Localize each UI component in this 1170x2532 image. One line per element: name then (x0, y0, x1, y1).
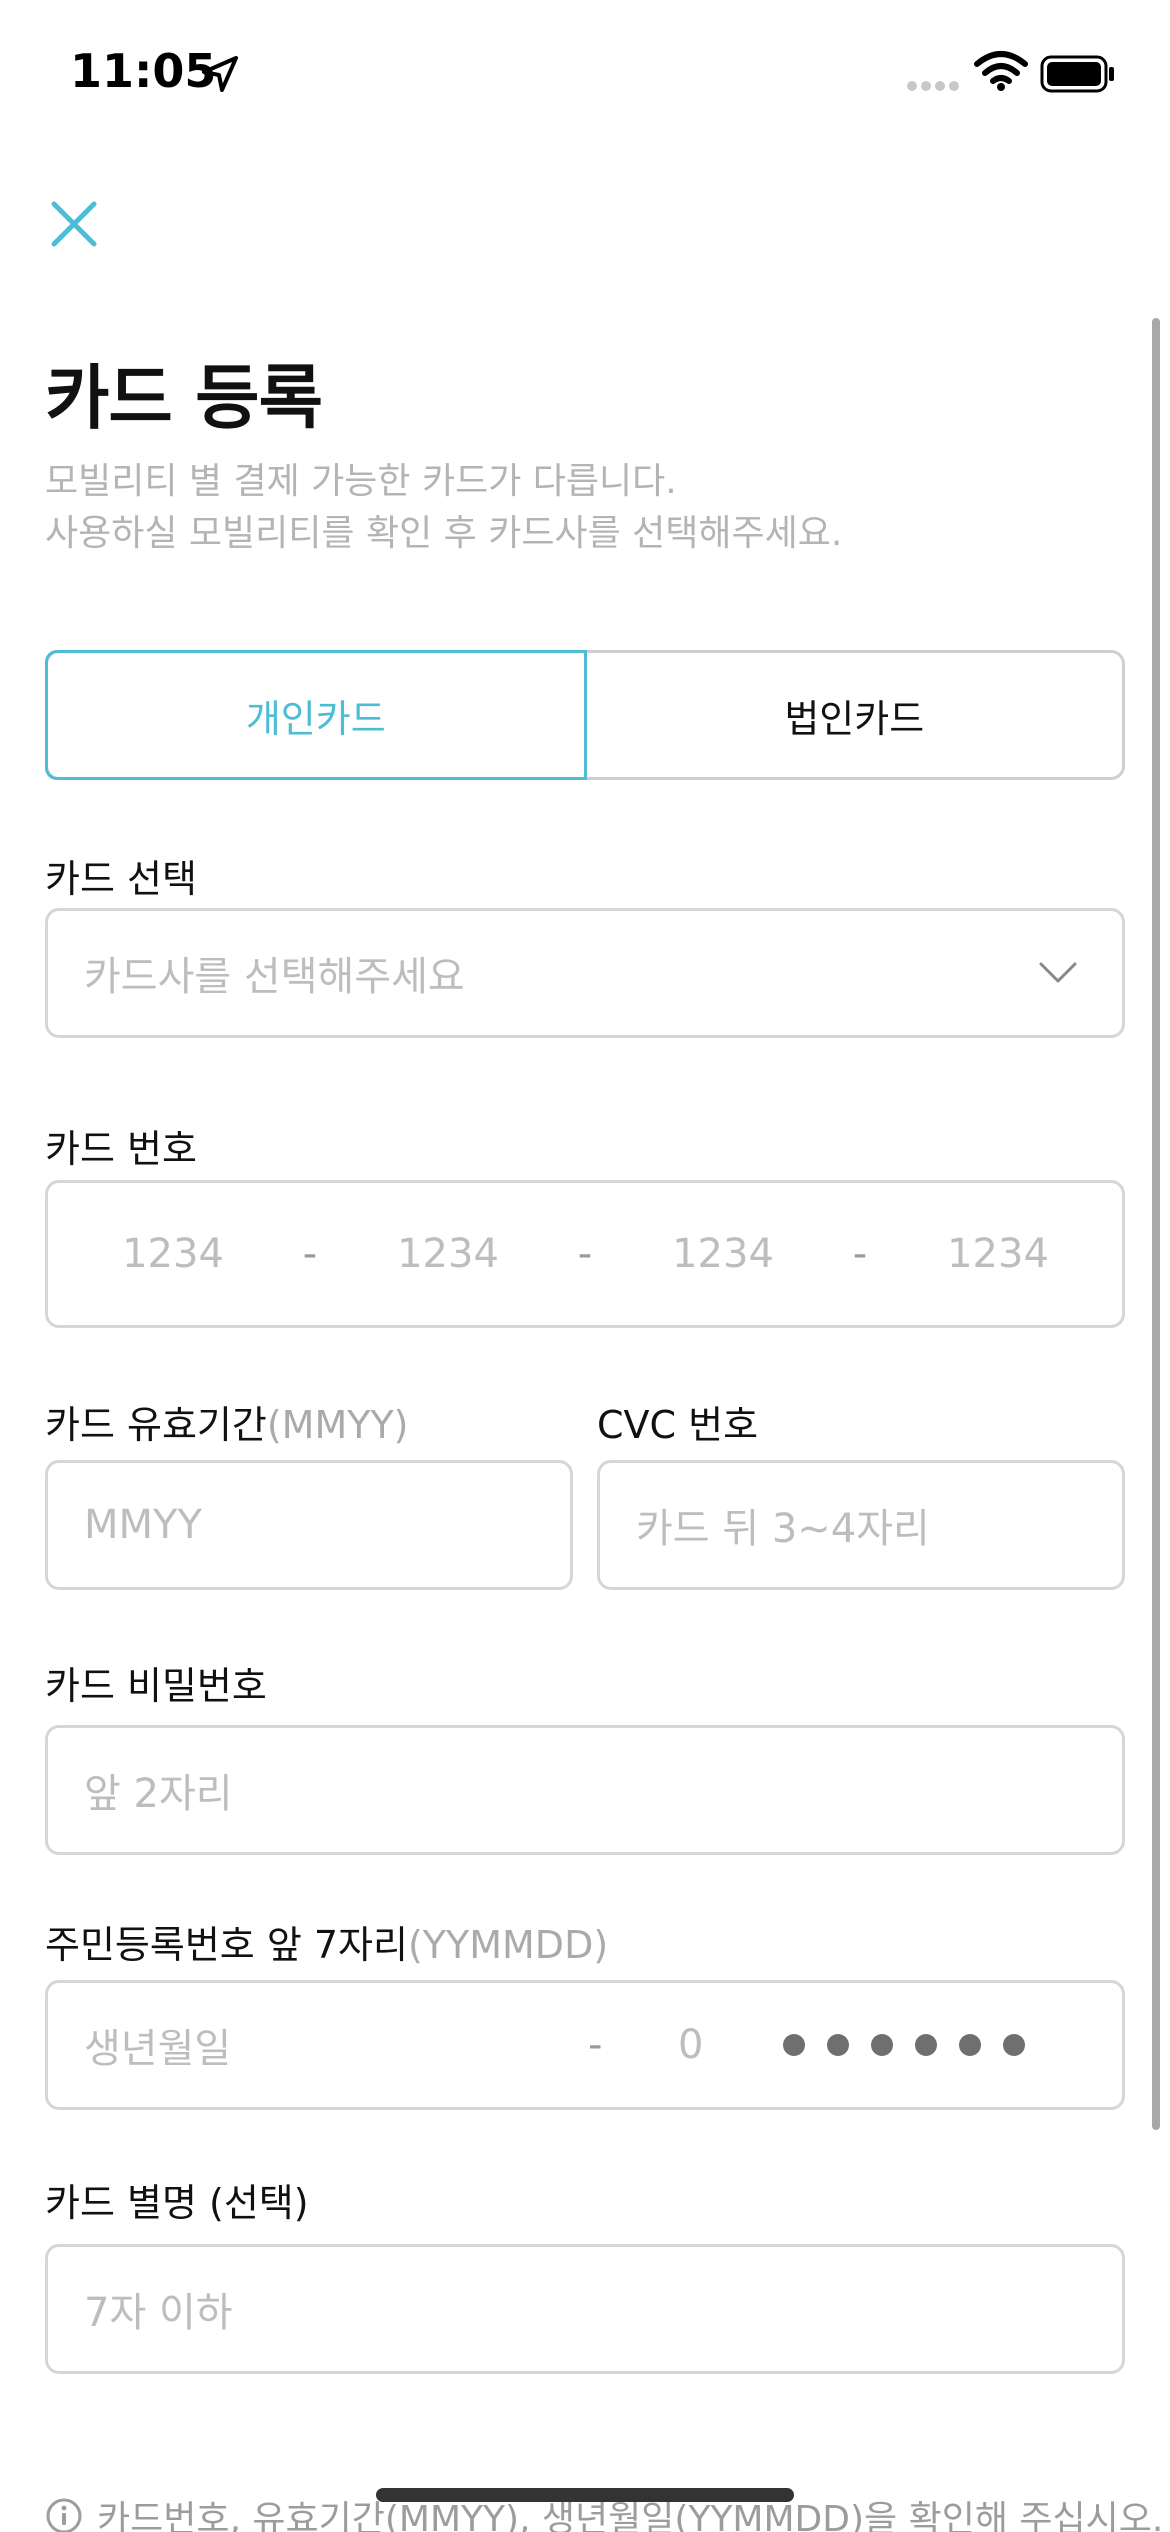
rrn-field: 생년월일 - 0 (45, 1980, 1125, 2110)
status-bar: 11:05 (0, 0, 1170, 140)
cvc-placeholder: 카드 뒤 3~4자리 (636, 1506, 930, 1552)
card-number-separator: - (302, 1231, 318, 1277)
rrn-gender-digit-input[interactable]: 0 (678, 2022, 703, 2068)
expiry-input[interactable]: MMYY (45, 1460, 573, 1590)
personal-card-tab[interactable]: 개인카드 (45, 650, 587, 780)
rrn-separator: - (588, 2022, 603, 2068)
card-select-label: 카드 선택 (45, 857, 197, 901)
page-description: 모빌리티 별 결제 가능한 카드가 다릅니다. 사용하실 모빌리티를 확인 후 … (45, 456, 842, 560)
mask-dot (1003, 2034, 1025, 2056)
expiry-label-hint: (MMYY) (266, 1403, 409, 1447)
mask-dot (915, 2034, 937, 2056)
home-indicator (376, 2488, 794, 2502)
close-icon (51, 201, 97, 247)
wifi-icon (974, 51, 1028, 91)
card-nickname-placeholder: 7자 이하 (84, 2290, 233, 2336)
card-number-input-1[interactable]: 1234 (122, 1231, 224, 1277)
mask-dot (783, 2034, 805, 2056)
card-nickname-label: 카드 별명 (선택) (45, 2181, 309, 2225)
mask-dot (871, 2034, 893, 2056)
card-nickname-input[interactable]: 7자 이하 (45, 2244, 1125, 2374)
card-company-placeholder: 카드사를 선택해주세요 (84, 954, 465, 1000)
expiry-label: 카드 유효기간(MMYY) (45, 1394, 409, 1449)
rrn-masked-digits (783, 2034, 1025, 2056)
card-number-separator: - (852, 1231, 868, 1277)
rrn-label-text: 주민등록번호 앞 7자리 (45, 1923, 408, 1967)
card-number-separator: - (577, 1231, 593, 1277)
card-number-input-4[interactable]: 1234 (947, 1231, 1049, 1277)
description-line: 모빌리티 별 결제 가능한 카드가 다릅니다. (45, 461, 677, 502)
expiry-label-text: 카드 유효기간 (45, 1403, 267, 1447)
mask-dot (959, 2034, 981, 2056)
cvc-label: CVC 번호 (597, 1403, 759, 1447)
card-number-input-2[interactable]: 1234 (397, 1231, 499, 1277)
card-number-input-3[interactable]: 1234 (672, 1231, 774, 1277)
rrn-label-hint: (YYMMDD) (407, 1923, 609, 1967)
corporate-card-tab[interactable]: 법인카드 (587, 653, 1123, 777)
status-time: 11:05 (70, 44, 217, 98)
card-password-input[interactable]: 앞 2자리 (45, 1725, 1125, 1855)
info-icon (46, 2498, 82, 2532)
card-company-select[interactable]: 카드사를 선택해주세요 (45, 908, 1125, 1038)
card-number-field: 1234 - 1234 - 1234 - 1234 (45, 1180, 1125, 1328)
chevron-down-icon (1039, 962, 1077, 983)
card-password-label: 카드 비밀번호 (45, 1664, 267, 1708)
cellular-signal-icon (907, 81, 959, 91)
page-title: 카드 등록 (45, 357, 323, 439)
mask-dot (827, 2034, 849, 2056)
birthdate-input[interactable]: 생년월일 (84, 2016, 231, 2074)
close-button[interactable] (40, 190, 108, 258)
card-number-label: 카드 번호 (45, 1127, 197, 1171)
description-line: 사용하실 모빌리티를 확인 후 카드사를 선택해주세요. (45, 513, 843, 554)
location-arrow-icon (202, 56, 238, 92)
rrn-label: 주민등록번호 앞 7자리(YYMMDD) (45, 1914, 608, 1969)
scrollbar[interactable] (1152, 318, 1160, 2130)
expiry-placeholder: MMYY (84, 1502, 202, 1548)
card-type-segment: 개인카드 법인카드 (45, 650, 1125, 780)
cvc-input[interactable]: 카드 뒤 3~4자리 (597, 1460, 1125, 1590)
card-password-placeholder: 앞 2자리 (84, 1771, 233, 1817)
battery-icon (1040, 55, 1114, 93)
